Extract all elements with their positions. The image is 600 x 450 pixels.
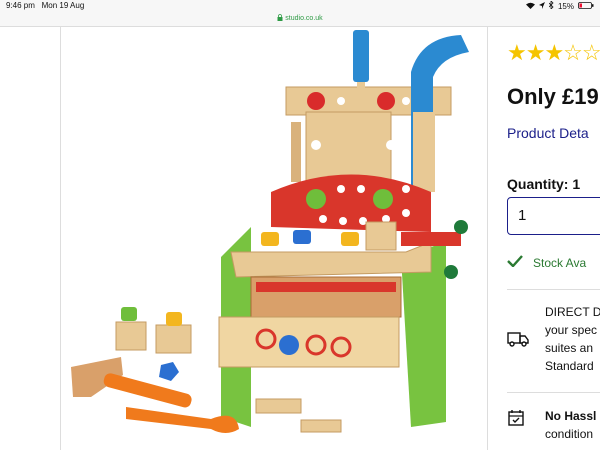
quantity-label: Quantity: 1 [507, 176, 581, 192]
url-text: studio.co.uk [285, 15, 323, 22]
workbench-toy-illustration [71, 30, 469, 433]
rating-stars[interactable]: ★★★☆☆ [507, 40, 600, 66]
page-content: ★★★☆☆ Only £19 Product Deta Quantity: 1 … [0, 27, 600, 450]
divider [507, 289, 600, 290]
delivery-line: suites an [545, 341, 594, 355]
product-image[interactable] [60, 27, 488, 450]
status-bar: 9:46 pm Mon 19 Aug 15% [0, 0, 600, 12]
quantity-select[interactable]: 1 [507, 197, 600, 235]
battery-icon [578, 1, 594, 11]
divider [507, 392, 600, 393]
address-bar[interactable]: studio.co.uk [0, 12, 600, 27]
returns-text: No Hassl condition [545, 407, 596, 443]
stock-status: Stock Ava [507, 255, 586, 270]
returns-title: No Hassl [545, 409, 597, 423]
returns-subtitle: condition [545, 427, 594, 441]
status-date: Mon 19 Aug [41, 1, 85, 10]
delivery-standard: Standard [545, 359, 594, 373]
delivery-line: your spec [545, 323, 598, 337]
status-right: 15% [525, 0, 594, 11]
product-summary: ★★★☆☆ Only £19 Product Deta Quantity: 1 … [492, 27, 600, 450]
delivery-text: DIRECT D your spec suites an [545, 303, 600, 357]
stock-text: Stock Ava [533, 255, 587, 270]
check-icon [507, 255, 523, 270]
wifi-icon [525, 2, 535, 11]
status-time: 9:46 pm [6, 1, 35, 10]
location-icon [538, 1, 545, 11]
battery-percent: 15% [557, 1, 574, 11]
product-details-link[interactable]: Product Deta [507, 125, 589, 141]
star-rating: ★★★☆☆ [507, 40, 600, 65]
bluetooth-icon [548, 0, 554, 11]
delivery-line: DIRECT D [545, 305, 600, 319]
status-time-date: 9:46 pm Mon 19 Aug [6, 1, 84, 10]
calendar-check-icon [507, 409, 525, 430]
truck-icon [507, 331, 529, 350]
price: Only £19 [507, 84, 599, 109]
